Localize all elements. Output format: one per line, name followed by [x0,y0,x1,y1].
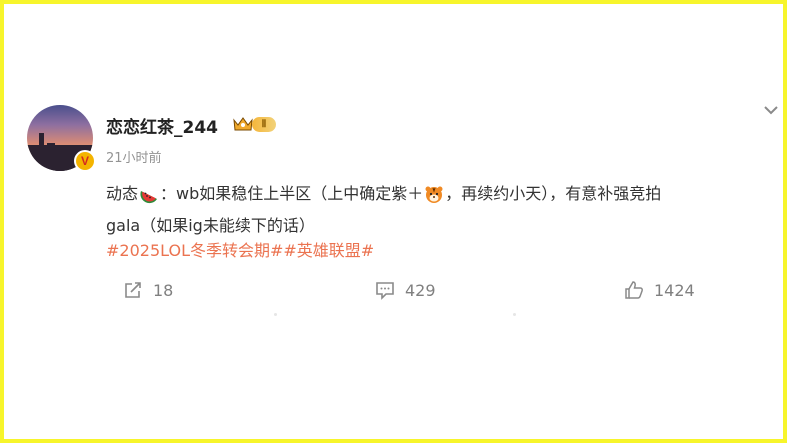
chevron-down-icon[interactable] [762,103,780,117]
watermelon-emoji-icon [140,190,158,203]
like-count: 1424 [654,280,695,300]
comment-icon [376,282,394,300]
share-icon [125,282,141,298]
verified-badge: V [74,150,96,172]
username[interactable]: 恋恋红茶_244 [106,113,218,138]
repost-button[interactable]: 18 [123,277,173,303]
separator-dot [513,313,516,316]
tiger-emoji-icon [425,186,443,203]
repost-count: 18 [153,280,174,300]
post-time[interactable]: 21小时前 [106,147,162,166]
post-content: 动态 ：wb如果稳住上半区（上中确定紫＋ ，再续约小天），有意补强竞拍 gala… [106,178,776,242]
hashtag-links[interactable]: #2025LOL冬季转会期##英雄联盟# [106,237,374,261]
like-button[interactable]: 1424 [624,277,695,303]
comment-count: 429 [405,280,436,300]
separator-dot [274,313,277,316]
post-text-part2: ，再续约小天），有意补强竞拍 [445,184,662,203]
post-text-prefix: 动态 [106,184,139,203]
comment-button[interactable]: 429 [375,277,436,303]
post-text-line2: gala（如果ig未能续下的话） [106,216,315,235]
like-icon [625,281,643,299]
action-bar: 18 429 1424 [0,277,787,303]
level-badge: Ⅱ [252,117,276,132]
crown-icon [233,117,253,131]
post-text-part1: ：wb如果稳住上半区（上中确定紫＋ [160,184,424,203]
